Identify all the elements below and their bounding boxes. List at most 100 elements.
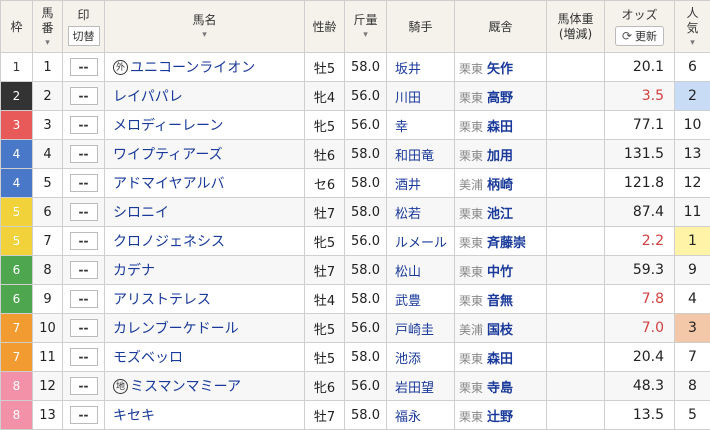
horse-name-link[interactable]: ユニコーンライオン xyxy=(130,57,255,77)
trainer-link[interactable]: 中竹 xyxy=(487,265,513,280)
jockey-link[interactable]: 酒井 xyxy=(386,168,455,198)
jockey-link[interactable]: ルメール xyxy=(386,226,455,256)
mark-select[interactable]: -- xyxy=(69,87,98,105)
odds-value: 7.8 xyxy=(604,284,675,314)
horse-name-link[interactable]: レイパパレ xyxy=(113,86,183,106)
trainer-link[interactable]: 矢作 xyxy=(487,62,513,77)
header-stable: 厩舎 xyxy=(454,0,547,53)
header-weight[interactable]: 斤量 ▾ xyxy=(344,0,387,53)
body-weight xyxy=(546,226,605,256)
header-horse[interactable]: 馬名 ▾ xyxy=(104,0,305,53)
horse-name-link[interactable]: シロニイ xyxy=(113,202,169,222)
trainer-link[interactable]: 加用 xyxy=(487,149,513,164)
jockey-link[interactable]: 松山 xyxy=(386,255,455,285)
trainer-link[interactable]: 高野 xyxy=(487,91,513,106)
mark-cell: -- xyxy=(62,197,105,227)
trainer-link[interactable]: 音無 xyxy=(487,294,513,309)
trainer-link[interactable]: 国枝 xyxy=(487,323,513,338)
stable-location: 栗東 xyxy=(459,235,484,250)
header-umaban[interactable]: 馬 番 ▾ xyxy=(32,0,63,53)
stable-cell: 栗東 森田 xyxy=(454,110,547,140)
jockey-link[interactable]: 戸崎圭 xyxy=(386,313,455,343)
odds-value: 48.3 xyxy=(604,371,675,401)
odds-value: 121.8 xyxy=(604,168,675,198)
mark-select[interactable]: -- xyxy=(69,58,98,76)
frame-number: 7 xyxy=(0,342,33,372)
jockey-link[interactable]: 池添 xyxy=(386,342,455,372)
odds-refresh-label: 更新 xyxy=(635,29,658,43)
horse-number: 3 xyxy=(32,110,63,140)
mark-cell: -- xyxy=(62,139,105,169)
jockey-link[interactable]: 武豊 xyxy=(386,284,455,314)
stable-location: 美浦 xyxy=(459,177,484,192)
horse-name-link[interactable]: キセキ xyxy=(113,405,155,425)
jockey-link[interactable]: 和田竜 xyxy=(386,139,455,169)
header-odds: オッズ ⟳ 更新 xyxy=(604,0,675,53)
popularity-rank: 6 xyxy=(674,52,710,82)
horse-number: 1 xyxy=(32,52,63,82)
mark-select[interactable]: -- xyxy=(69,290,98,308)
mark-select[interactable]: -- xyxy=(69,203,98,221)
mark-select[interactable]: -- xyxy=(69,348,98,366)
horse-number: 10 xyxy=(32,313,63,343)
trainer-link[interactable]: 斉藤崇 xyxy=(487,236,526,251)
carried-weight: 58.0 xyxy=(344,284,387,314)
mark-select[interactable]: -- xyxy=(69,174,98,192)
popularity-rank: 9 xyxy=(674,255,710,285)
horse-cell: 地ミスマンマミーア xyxy=(104,371,305,401)
jockey-link[interactable]: 福永 xyxy=(386,400,455,430)
header-mark: 印 切替 xyxy=(62,0,105,53)
sex-age: 牡4 xyxy=(304,284,345,314)
odds-refresh-button[interactable]: ⟳ 更新 xyxy=(614,25,665,46)
horse-name-link[interactable]: モズベッロ xyxy=(113,347,183,367)
horse-cell: キセキ xyxy=(104,400,305,430)
horse-cell: アドマイヤアルバ xyxy=(104,168,305,198)
trainer-link[interactable]: 池江 xyxy=(487,207,513,222)
mark-select[interactable]: -- xyxy=(69,406,98,424)
mark-select[interactable]: -- xyxy=(69,116,98,134)
body-weight xyxy=(546,168,605,198)
carried-weight: 56.0 xyxy=(344,110,387,140)
mark-select[interactable]: -- xyxy=(69,261,98,279)
stable-cell: 栗東 矢作 xyxy=(454,52,547,82)
jockey-link[interactable]: 幸 xyxy=(386,110,455,140)
horse-name-link[interactable]: ワイプティアーズ xyxy=(113,144,223,164)
carried-weight: 58.0 xyxy=(344,168,387,198)
horse-name-link[interactable]: アリストテレス xyxy=(113,289,211,309)
mark-select[interactable]: -- xyxy=(69,377,98,395)
horse-cell: レイパパレ xyxy=(104,81,305,111)
trainer-link[interactable]: 森田 xyxy=(487,120,513,135)
trainer-link[interactable]: 森田 xyxy=(487,352,513,367)
table-row: 8 12 -- 地ミスマンマミーア 牝6 56.0 岩田望 栗東 寺島 48.3 8 xyxy=(0,371,710,401)
trainer-link[interactable]: 柄崎 xyxy=(487,178,513,193)
horse-name-link[interactable]: アドマイヤアルバ xyxy=(113,173,224,193)
table-row: 4 5 -- アドマイヤアルバ セ6 58.0 酒井 美浦 柄崎 121.8 12 xyxy=(0,168,710,198)
body-weight xyxy=(546,52,605,82)
mark-select[interactable]: -- xyxy=(69,319,98,337)
stable-location: 栗東 xyxy=(459,380,484,395)
horse-name-link[interactable]: クロノジェネシス xyxy=(113,231,225,251)
jockey-link[interactable]: 岩田望 xyxy=(386,371,455,401)
header-popularity[interactable]: 人 気 ▾ xyxy=(674,0,710,53)
popularity-rank: 3 xyxy=(674,313,710,343)
jockey-link[interactable]: 川田 xyxy=(386,81,455,111)
header-odds-label: オッズ xyxy=(621,7,658,22)
mark-cell: -- xyxy=(62,226,105,256)
horse-name-link[interactable]: ミスマンマミーア xyxy=(130,376,241,396)
horse-name-link[interactable]: カデナ xyxy=(113,260,155,280)
horse-cell: クロノジェネシス xyxy=(104,226,305,256)
mark-toggle-button[interactable]: 切替 xyxy=(67,25,100,46)
mark-cell: -- xyxy=(62,168,105,198)
trainer-link[interactable]: 辻野 xyxy=(487,410,513,425)
jockey-link[interactable]: 松若 xyxy=(386,197,455,227)
horse-name-link[interactable]: カレンブーケドール xyxy=(113,318,239,338)
horse-cell: メロディーレーン xyxy=(104,110,305,140)
horse-name-link[interactable]: メロディーレーン xyxy=(113,115,223,135)
jockey-link[interactable]: 坂井 xyxy=(386,52,455,82)
trainer-link[interactable]: 寺島 xyxy=(487,381,513,396)
horse-number: 8 xyxy=(32,255,63,285)
mark-cell: -- xyxy=(62,81,105,111)
mark-select[interactable]: -- xyxy=(69,232,98,250)
horse-cell: モズベッロ xyxy=(104,342,305,372)
mark-select[interactable]: -- xyxy=(69,145,98,163)
